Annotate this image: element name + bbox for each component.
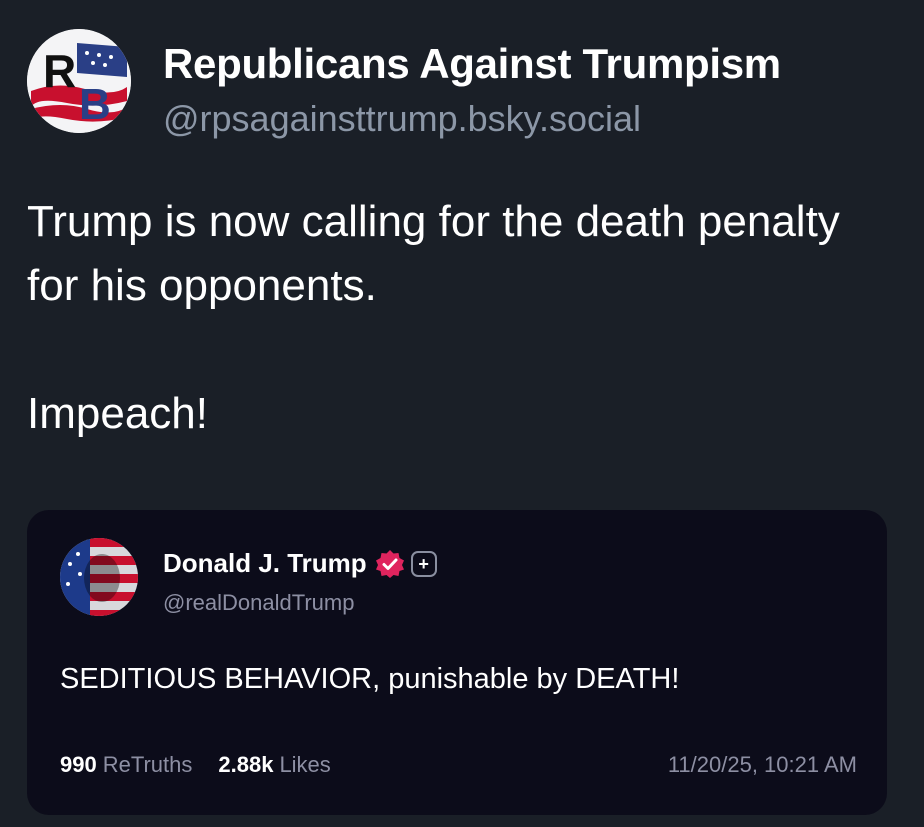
author-avatar[interactable]: R B [27,29,131,133]
author-handle[interactable]: @rpsagainsttrump.bsky.social [163,98,641,140]
svg-text:R: R [43,45,76,97]
likes-stat[interactable]: 2.88k Likes [218,752,330,778]
quoted-post-footer: 990 ReTruths 2.88k Likes 11/20/25, 10:21 A… [60,752,857,778]
post: R B Republicans Against Trumpism @rpsaga… [0,0,924,827]
post-text-line: Impeach! [27,389,208,438]
post-text-line: Trump is now calling for the death penal… [27,197,840,310]
author-display-name[interactable]: Republicans Against Trumpism [163,40,781,88]
retruths-stat[interactable]: 990 ReTruths [60,752,192,778]
retruths-count: 990 [60,752,97,777]
svg-text:B: B [79,80,111,129]
plus-badge-icon: + [410,550,437,577]
likes-count: 2.88k [218,752,274,777]
post-timestamp[interactable]: 11/20/25, 10:21 AM [668,752,857,778]
rb-logo-avatar-icon: R B [27,29,131,133]
quoted-author-handle[interactable]: @realDonaldTrump [163,590,354,616]
likes-label: Likes [279,752,331,777]
retruths-label: ReTruths [102,752,193,777]
quoted-author-name-row: Donald J. Trump + [163,548,437,579]
post-body: Trump is now calling for the death penal… [27,190,897,446]
quoted-post-text: SEDITIOUS BEHAVIOR, punishable by DEATH! [60,663,680,695]
flag-portrait-avatar-icon [60,538,138,616]
verified-badge-icon [375,549,405,579]
quoted-author-display-name[interactable]: Donald J. Trump [163,548,367,579]
quoted-post-card[interactable]: Donald J. Trump + @realDonaldTrump SEDIT… [27,510,887,815]
quoted-author-avatar[interactable] [60,538,138,616]
